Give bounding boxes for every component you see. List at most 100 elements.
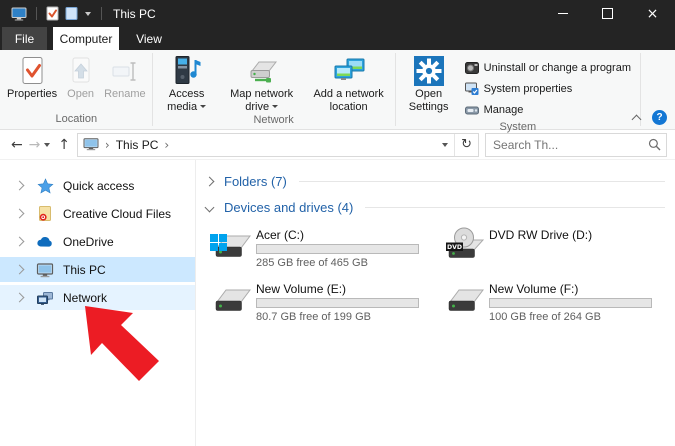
ribbon: Properties Open Rename Location xyxy=(0,50,675,130)
properties-icon xyxy=(19,54,46,87)
window-title: This PC xyxy=(113,7,156,21)
capacity-bar xyxy=(256,244,419,254)
breadcrumb-chevron-icon: › xyxy=(105,138,110,152)
add-network-location-icon xyxy=(332,54,366,87)
address-dropdown-caret-icon xyxy=(442,143,448,147)
close-icon: × xyxy=(647,7,659,21)
drive-name: New Volume (E:) xyxy=(256,281,419,297)
rename-button[interactable]: Rename xyxy=(99,52,151,112)
sidebar-item-onedrive[interactable]: OneDrive xyxy=(0,229,195,254)
dvd-drive-icon: DVD xyxy=(442,227,484,269)
expand-chevron-icon[interactable] xyxy=(15,237,25,247)
ribbon-separator xyxy=(152,53,153,126)
breadcrumb-this-pc[interactable]: This PC xyxy=(116,138,159,152)
help-button[interactable]: ? xyxy=(652,110,667,125)
free-space-text: 100 GB free of 264 GB xyxy=(489,311,652,323)
drive-tile-c[interactable]: Acer (C:) 285 GB free of 465 GB xyxy=(209,227,442,269)
help-icon: ? xyxy=(656,112,662,123)
expand-chevron-icon[interactable] xyxy=(15,181,25,191)
drive-name: New Volume (F:) xyxy=(489,281,652,297)
breadcrumb-pc-icon xyxy=(83,138,99,151)
search-icon[interactable] xyxy=(648,138,661,151)
recent-locations-caret-icon[interactable] xyxy=(44,143,50,147)
sidebar-item-network[interactable]: Network xyxy=(0,285,195,310)
expand-chevron-icon[interactable] xyxy=(15,265,25,275)
manage-icon xyxy=(465,103,479,117)
expand-chevron-icon[interactable] xyxy=(15,209,25,219)
sidebar-item-this-pc[interactable]: This PC xyxy=(0,257,195,282)
tab-computer[interactable]: Computer xyxy=(53,27,119,50)
sidebar-item-quick-access[interactable]: Quick access xyxy=(0,173,195,198)
expand-chevron-icon[interactable] xyxy=(15,293,25,303)
group-label-system: System xyxy=(397,120,639,137)
add-network-location-button[interactable]: Add a network location xyxy=(304,52,394,113)
group-header-devices-and-drives[interactable]: Devices and drives (4) xyxy=(204,195,667,219)
collapsed-chevron-icon xyxy=(205,176,215,186)
drive-tile-d[interactable]: DVD DVD RW Drive (D:) xyxy=(442,227,675,269)
minimize-icon xyxy=(558,13,568,14)
items-view: Folders (7) Devices and drives (4) Acer … xyxy=(196,160,675,446)
manage-button[interactable]: Manage xyxy=(465,99,631,120)
capacity-bar xyxy=(489,298,652,308)
titlebar-separator xyxy=(36,7,37,20)
rename-icon xyxy=(111,54,139,87)
file-explorer-window: This PC × File Computer View Properties xyxy=(0,0,675,446)
hard-drive-icon xyxy=(442,281,484,323)
ribbon-group-location: Properties Open Rename Location xyxy=(2,50,151,129)
search-input[interactable] xyxy=(493,138,648,152)
address-dropdown-button[interactable] xyxy=(436,143,454,147)
group-label-network: Network xyxy=(154,113,394,130)
group-header-rule xyxy=(365,207,665,208)
ribbon-group-system: Open Settings Uninstall or change a prog… xyxy=(397,50,639,129)
svg-text:DVD: DVD xyxy=(447,244,462,251)
collapse-ribbon-icon[interactable] xyxy=(632,114,642,124)
access-media-button[interactable]: Access media xyxy=(154,52,220,113)
minimize-button[interactable] xyxy=(540,0,585,27)
properties-button[interactable]: Properties xyxy=(2,52,62,112)
refresh-button[interactable]: ↻ xyxy=(455,137,478,152)
group-label-location: Location xyxy=(2,112,151,129)
group-header-rule xyxy=(299,181,665,182)
forward-button[interactable]: → xyxy=(26,137,44,153)
open-button[interactable]: Open xyxy=(62,52,99,112)
quick-access-star-icon xyxy=(36,178,54,194)
drive-tile-f[interactable]: New Volume (F:) 100 GB free of 264 GB xyxy=(442,281,675,323)
map-network-drive-icon xyxy=(245,54,279,87)
network-icon xyxy=(36,290,54,306)
access-media-icon xyxy=(171,54,203,87)
qat-customize-caret-icon[interactable] xyxy=(85,12,91,16)
up-button[interactable]: ↑ xyxy=(55,137,73,153)
sidebar-item-creative-cloud-files[interactable]: Creative Cloud Files xyxy=(0,201,195,226)
free-space-text: 285 GB free of 465 GB xyxy=(256,257,419,269)
drive-name: Acer (C:) xyxy=(256,227,419,243)
system-properties-button[interactable]: System properties xyxy=(465,78,631,99)
drive-tile-e[interactable]: New Volume (E:) 80.7 GB free of 199 GB xyxy=(209,281,442,323)
expanded-chevron-icon xyxy=(205,202,215,212)
map-network-drive-button[interactable]: Map network drive xyxy=(220,52,304,113)
open-settings-button[interactable]: Open Settings xyxy=(397,52,461,120)
back-button[interactable]: ← xyxy=(8,137,26,153)
maximize-icon xyxy=(602,8,613,19)
capacity-bar xyxy=(256,298,419,308)
drive-grid: Acer (C:) 285 GB free of 465 GB DVD DVD … xyxy=(209,227,667,323)
ribbon-tab-row: File Computer View xyxy=(0,27,675,50)
qat-properties-icon[interactable] xyxy=(46,6,59,21)
maximize-button[interactable] xyxy=(585,0,630,27)
creative-cloud-folder-icon xyxy=(36,205,54,222)
drive-name: DVD RW Drive (D:) xyxy=(489,227,592,243)
uninstall-program-button[interactable]: Uninstall or change a program xyxy=(465,57,631,78)
tab-file[interactable]: File xyxy=(2,27,47,50)
group-header-folders[interactable]: Folders (7) xyxy=(204,169,667,193)
dropdown-caret-icon xyxy=(200,105,206,108)
ribbon-group-network: Access media Map network drive Add a net… xyxy=(154,50,394,129)
onedrive-cloud-icon xyxy=(36,235,54,248)
breadcrumb-chevron-icon[interactable]: › xyxy=(164,138,169,152)
uninstall-program-icon xyxy=(465,61,479,75)
content-area: Quick access Creative Cloud Files OneDri… xyxy=(0,160,675,446)
this-pc-monitor-icon xyxy=(36,262,54,278)
qat-new-folder-icon[interactable] xyxy=(65,6,78,21)
tab-view[interactable]: View xyxy=(123,27,175,50)
hard-drive-icon xyxy=(209,281,251,323)
dropdown-caret-icon xyxy=(272,105,278,108)
close-button[interactable]: × xyxy=(630,0,675,27)
